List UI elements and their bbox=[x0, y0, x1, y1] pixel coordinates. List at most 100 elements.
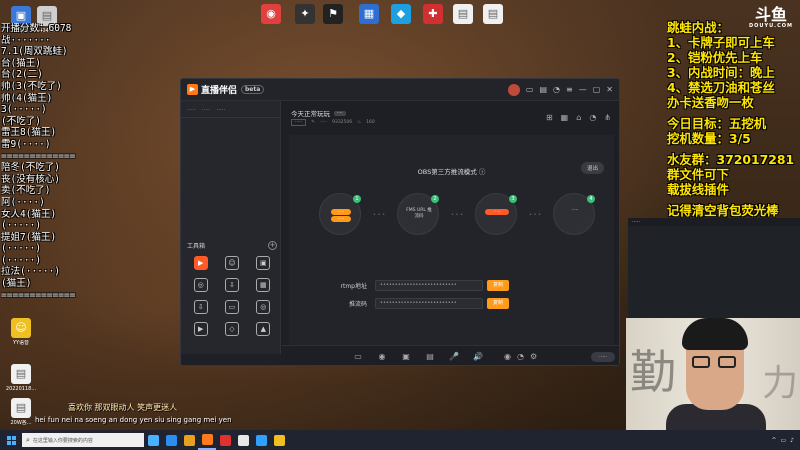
tool-7[interactable]: ▶ bbox=[185, 322, 216, 338]
step-4: 4 ····· bbox=[553, 193, 595, 235]
desktop-shortcut[interactable]: ▦ bbox=[352, 4, 386, 26]
taskbar-app[interactable] bbox=[252, 430, 270, 450]
folder-icon: ▦ bbox=[359, 4, 379, 24]
tool-2[interactable]: ⇩ bbox=[216, 278, 247, 294]
room-hot: 160 bbox=[366, 120, 375, 125]
sidebar-tab[interactable]: ····· bbox=[202, 107, 211, 113]
volume-icon[interactable]: ♪ bbox=[790, 437, 794, 444]
fire-icon: ♨ bbox=[357, 120, 362, 125]
overlay-line: 帅(4(猫王) bbox=[1, 92, 53, 104]
exit-button[interactable]: 退出 bbox=[580, 162, 604, 174]
tool-hot[interactable]: ▶ bbox=[185, 256, 216, 272]
desktop-shortcut[interactable]: ▤ bbox=[446, 4, 480, 26]
step1-pill-b[interactable]: ····· bbox=[331, 216, 351, 222]
chat-panel: ····· bbox=[628, 218, 800, 318]
taskbar-app[interactable] bbox=[162, 430, 180, 450]
taskbar-app[interactable] bbox=[216, 430, 234, 450]
gift-icon[interactable]: ⊞ bbox=[546, 113, 553, 122]
start-live-button[interactable]: ····· bbox=[591, 351, 615, 362]
help-icon[interactable]: ⓘ bbox=[479, 168, 486, 176]
room-id: ····· bbox=[319, 120, 328, 125]
overlay-line: 开播分数：6078 bbox=[1, 23, 72, 34]
overlay-notice-line: 记得清空背包荧光棒 bbox=[667, 203, 779, 218]
menu-icon[interactable]: ≡ bbox=[566, 85, 573, 94]
main-panel: 今天正常玩玩 ···· ····· ✎ ····· 9332506 ♨ 160 … bbox=[282, 101, 619, 365]
tool-user[interactable]: ☺ bbox=[216, 256, 247, 272]
taskbar-app-icon bbox=[255, 434, 267, 446]
bottom-tool[interactable]: ▭ bbox=[346, 352, 370, 361]
rtmp-field[interactable]: •••••••••••••••••••••••••• bbox=[375, 280, 483, 291]
taskbar-search[interactable]: ⌕ 在这里输入你要搜索的内容 bbox=[22, 433, 144, 447]
tool-box[interactable]: ▣ bbox=[248, 256, 279, 272]
add-tool-icon[interactable]: + bbox=[268, 241, 277, 250]
chevron-up-icon[interactable]: ^ bbox=[771, 437, 776, 444]
tool-9[interactable]: ▲ bbox=[248, 322, 279, 338]
step1-pill-a[interactable]: ····· bbox=[331, 209, 351, 215]
edit-icon[interactable]: ✎ bbox=[311, 120, 315, 125]
desktop-shortcut[interactable]: ▤ bbox=[476, 4, 510, 26]
desktop-shortcut[interactable]: ▤ 20W各... bbox=[4, 398, 38, 426]
obs-mode-title: OBS第三方推流模式 ⓘ bbox=[417, 168, 486, 176]
bottom-tool[interactable]: 🔊 bbox=[466, 352, 490, 361]
avatar[interactable] bbox=[507, 83, 520, 96]
record-icon[interactable]: ◉ bbox=[504, 352, 511, 361]
desktop-shortcut[interactable]: ◆ bbox=[384, 4, 418, 26]
calendar-icon[interactable]: ▦ bbox=[561, 113, 569, 122]
network-icon[interactable]: ▭ bbox=[780, 437, 786, 444]
taskbar-app-icon bbox=[219, 434, 231, 446]
bottom-tool-icon: ▤ bbox=[426, 352, 434, 361]
tool-5[interactable]: ▭ bbox=[216, 300, 247, 316]
overlay-line: 雷王8(猫王) bbox=[1, 127, 57, 139]
bottom-tool[interactable]: 🎤 bbox=[442, 352, 466, 361]
screen-icon[interactable]: ▭ bbox=[526, 85, 534, 94]
start-button[interactable] bbox=[0, 430, 22, 450]
tool-icon: ☺ bbox=[224, 256, 239, 270]
bottom-tool-icon: ▣ bbox=[402, 352, 410, 361]
overlay-line: (·····) bbox=[1, 243, 42, 255]
stream-key-field[interactable]: •••••••••••••••••••••••••• bbox=[375, 298, 483, 309]
desktop-shortcut[interactable]: ▤ 20220118... bbox=[4, 364, 38, 392]
overlay-line: 女人4(猫王) bbox=[1, 208, 57, 220]
eye-icon[interactable]: ◔ bbox=[517, 352, 524, 361]
sidebar-tab[interactable]: ····· bbox=[187, 107, 196, 113]
bottom-tool[interactable]: ◉ bbox=[370, 352, 394, 361]
copy-rtmp-button[interactable]: 复制 bbox=[487, 280, 509, 291]
maximize-icon[interactable]: ▢ bbox=[593, 85, 601, 94]
taskbar-app[interactable] bbox=[144, 430, 162, 450]
taskbar-app[interactable] bbox=[198, 430, 216, 450]
room-category[interactable]: ····· bbox=[291, 119, 307, 126]
copy-key-button[interactable]: 复制 bbox=[487, 298, 509, 309]
tool-6[interactable]: ◎ bbox=[248, 300, 279, 316]
bell-icon[interactable]: ◔ bbox=[589, 113, 596, 122]
tool-4[interactable]: ⇩ bbox=[185, 300, 216, 316]
share-icon[interactable]: ⋔ bbox=[604, 113, 611, 122]
bell-icon[interactable]: ◔ bbox=[553, 85, 560, 94]
tool-1[interactable]: ◎ bbox=[185, 278, 216, 294]
close-icon[interactable]: ✕ bbox=[606, 85, 613, 94]
file-icon: ▤ bbox=[453, 4, 473, 24]
desktop-shortcut[interactable]: ✚ bbox=[416, 4, 450, 26]
desktop-shortcut[interactable]: ⚑ bbox=[316, 4, 350, 26]
tool-3[interactable]: ▦ bbox=[248, 278, 279, 294]
taskbar-app[interactable] bbox=[270, 430, 288, 450]
desktop-shortcut[interactable]: ◉ bbox=[254, 4, 288, 26]
glasses bbox=[692, 356, 738, 368]
minimize-icon[interactable]: — bbox=[579, 85, 587, 94]
bottom-tool[interactable]: ▤ bbox=[418, 352, 442, 361]
chat-icon[interactable]: ▤ bbox=[539, 85, 547, 94]
settings-icon[interactable]: ⚙ bbox=[530, 352, 537, 361]
home-icon[interactable]: ⌂ bbox=[576, 113, 581, 122]
taskbar-app[interactable] bbox=[234, 430, 252, 450]
taskbar: ⌕ 在这里输入你要搜索的内容 ^ ▭ ♪ bbox=[0, 430, 800, 450]
step-3: 3 ····· bbox=[475, 193, 517, 235]
sidebar-tab[interactable]: ····· bbox=[217, 107, 226, 113]
desktop-shortcut[interactable]: ☺ YY语音 bbox=[4, 318, 38, 346]
overlay-line: 台(猫王) bbox=[1, 57, 41, 69]
stream-key-row: 推流码 •••••••••••••••••••••••••• 复制 bbox=[289, 298, 614, 309]
room-tag[interactable]: ···· bbox=[334, 110, 346, 116]
taskbar-app[interactable] bbox=[180, 430, 198, 450]
calligraphy-backdrop: 勤 bbox=[630, 345, 676, 399]
bottom-tool[interactable]: ▣ bbox=[394, 352, 418, 361]
tool-8[interactable]: ◇ bbox=[216, 322, 247, 338]
step3-pill[interactable]: ····· bbox=[485, 209, 509, 215]
